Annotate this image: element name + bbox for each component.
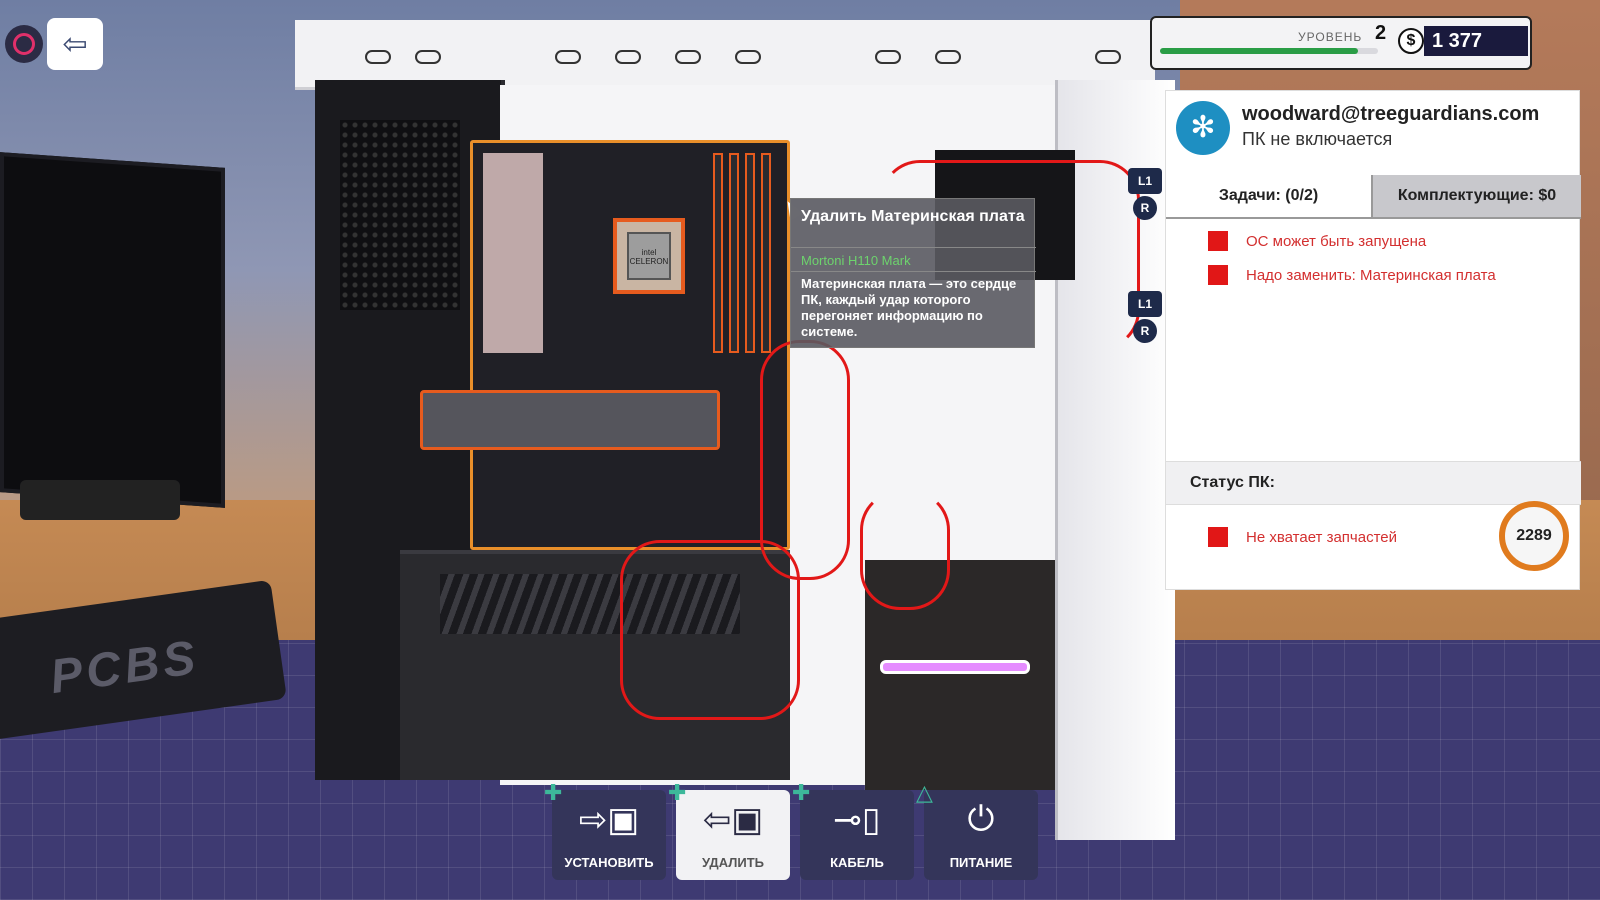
ram-slot[interactable] xyxy=(713,153,723,353)
job-problem: ПК не включается xyxy=(1242,129,1393,149)
dollar-icon: $ xyxy=(1398,28,1424,54)
ram-slot[interactable] xyxy=(729,153,739,353)
task-item: ОС может быть запущена xyxy=(1208,231,1426,251)
cable-icon: ⊸▯ xyxy=(833,801,881,839)
remove-icon: ⇦▣ xyxy=(702,801,764,839)
power-icon: ⏻ xyxy=(967,800,995,838)
money-value: 1 377 xyxy=(1424,26,1528,56)
motherboard-io-block xyxy=(483,153,543,353)
l1-button-hint: L1 xyxy=(1128,291,1162,317)
task-item: Надо заменить: Материнская плата xyxy=(1208,265,1496,285)
xp-bar xyxy=(1160,48,1378,54)
level-value: 2 xyxy=(1375,22,1387,44)
cpu-chip: intel CELERON xyxy=(627,232,671,280)
l1-button-hint: L1 xyxy=(1128,168,1162,194)
cable-label: КАБЕЛЬ xyxy=(830,855,884,870)
monitor xyxy=(0,152,225,508)
status-icon xyxy=(1208,527,1228,547)
case-slot xyxy=(935,50,961,64)
task-label: Надо заменить: Материнская плата xyxy=(1246,266,1496,284)
tooltip-divider xyxy=(791,247,1036,248)
task-status-icon xyxy=(1208,265,1228,285)
drive-led xyxy=(880,660,1030,674)
tab-parts[interactable]: Комплектующие: $0 xyxy=(1371,175,1581,217)
case-mesh-vent xyxy=(340,120,460,310)
tooltip-description: Материнская плата — это сердце ПК, кажды… xyxy=(801,276,1017,339)
tooltip-divider xyxy=(791,271,1036,272)
case-slot xyxy=(555,50,581,64)
task-label: ОС может быть запущена xyxy=(1246,232,1427,250)
case-slot xyxy=(415,50,441,64)
level-label: УРОВЕНЬ xyxy=(1298,30,1363,44)
monitor-stand xyxy=(20,480,180,520)
tooltip-part-name: Mortoni H110 Mark xyxy=(801,253,911,268)
job-header: ✻ woodward@treeguardians.com ПК не включ… xyxy=(1166,91,1581,175)
r-button-hint: R xyxy=(1133,196,1157,220)
task-status-icon xyxy=(1208,231,1228,251)
customer-logo-icon: ✻ xyxy=(1176,101,1230,155)
install-label: УСТАНОВИТЬ xyxy=(564,855,654,870)
level-panel: УРОВЕНЬ 2 $ 1 377 xyxy=(1150,16,1532,70)
graphics-card[interactable] xyxy=(420,390,720,450)
case-slot xyxy=(1095,50,1121,64)
case-slot xyxy=(615,50,641,64)
power-button[interactable]: △ ⏻ ПИТАНИЕ xyxy=(916,780,1038,880)
tooltip-title: Удалить Материнская плата xyxy=(801,208,1025,225)
motherboard[interactable]: intel CELERON xyxy=(470,140,790,550)
power-cable[interactable] xyxy=(760,340,850,580)
circle-icon[interactable] xyxy=(5,25,43,63)
exit-icon[interactable]: ⇦ xyxy=(47,18,103,70)
hud-left: ⇦ xyxy=(5,18,103,70)
ram-slot[interactable] xyxy=(761,153,771,353)
part-tooltip: Удалить Материнская плата Mortoni H110 M… xyxy=(790,198,1036,348)
case-slot xyxy=(875,50,901,64)
case-slot xyxy=(365,50,391,64)
power-cable[interactable] xyxy=(860,490,950,610)
case-slot xyxy=(675,50,701,64)
case-slot xyxy=(735,50,761,64)
status-item: Не хватает запчастей xyxy=(1208,527,1397,547)
cpu-socket[interactable]: intel CELERON xyxy=(613,218,685,294)
xp-bar-fill xyxy=(1160,48,1359,54)
status-label: Не хватает запчастей xyxy=(1246,528,1398,546)
cable-button[interactable]: ✚ ⊸▯ КАБЕЛЬ xyxy=(792,780,914,880)
action-toolbar: ✚ ⇨▣ УСТАНОВИТЬ ✚ ⇦▣ УДАЛИТЬ ✚ ⊸▯ КАБЕЛЬ… xyxy=(544,780,1038,880)
ram-slot[interactable] xyxy=(745,153,755,353)
tab-divider xyxy=(1166,217,1581,219)
pc-status-score: 2289 xyxy=(1499,501,1569,571)
pc-status-header: Статус ПК: xyxy=(1166,461,1581,505)
r-button-hint: R xyxy=(1133,319,1157,343)
install-icon: ⇨▣ xyxy=(578,801,640,839)
power-label: ПИТАНИЕ xyxy=(949,855,1013,870)
customer-email: woodward@treeguardians.com xyxy=(1242,103,1540,125)
pc-status-title: Статус ПК: xyxy=(1190,474,1275,491)
remove-button[interactable]: ✚ ⇦▣ УДАЛИТЬ xyxy=(668,780,790,880)
job-panel: ✻ woodward@treeguardians.com ПК не включ… xyxy=(1165,90,1581,590)
tab-tasks[interactable]: Задачи: (0/2) xyxy=(1166,175,1371,217)
remove-label: УДАЛИТЬ xyxy=(702,855,764,870)
install-button[interactable]: ✚ ⇨▣ УСТАНОВИТЬ xyxy=(544,780,666,880)
